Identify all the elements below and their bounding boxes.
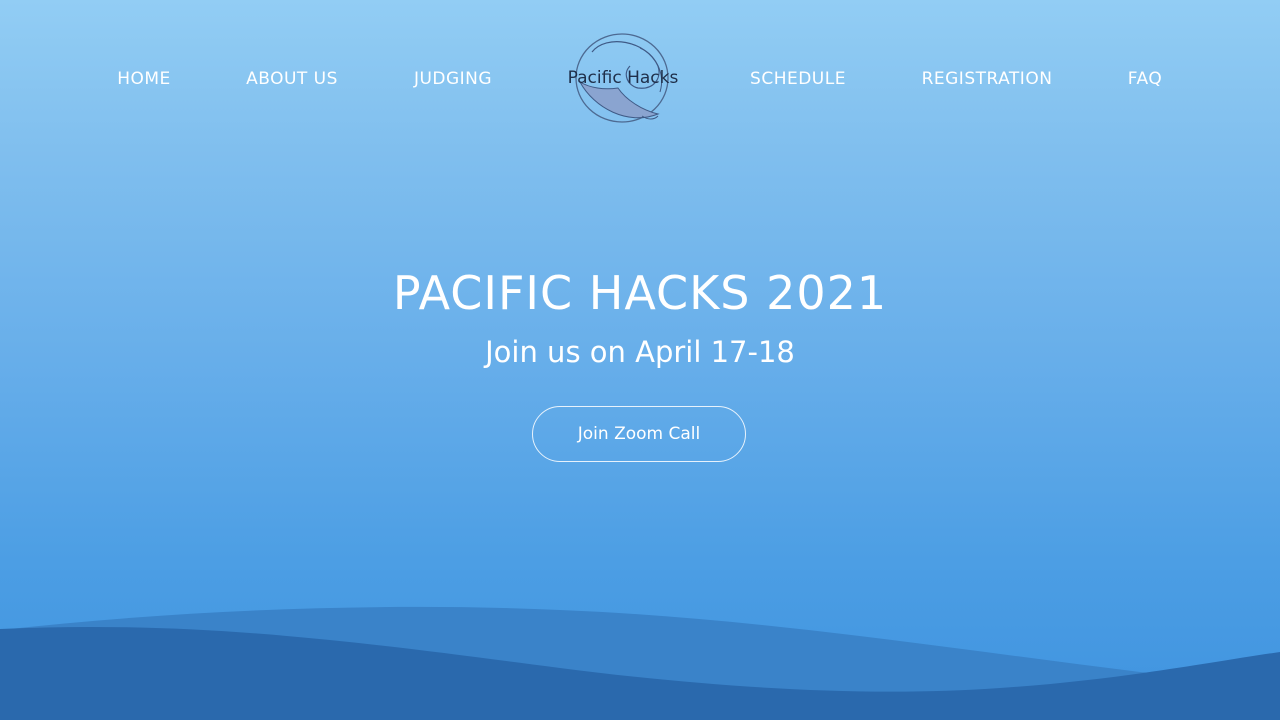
top-navigation: HOME ABOUT US JUDGING Pacific Hacks SCHE… <box>0 0 1280 160</box>
nav-schedule-link[interactable]: SCHEDULE <box>750 68 846 90</box>
nav-registration-link[interactable]: REGISTRATION <box>922 68 1053 90</box>
hero-title: PACIFIC HACKS 2021 <box>392 266 888 320</box>
ocean-waves-decoration <box>0 606 1280 720</box>
nav-faq-link[interactable]: FAQ <box>1128 68 1162 90</box>
nav-judging-link[interactable]: JUDGING <box>414 68 492 90</box>
pacific-hacks-logo[interactable]: Pacific Hacks <box>558 30 688 128</box>
nav-home-link[interactable]: HOME <box>117 68 171 90</box>
nav-about-us-link[interactable]: ABOUT US <box>246 68 338 90</box>
join-zoom-call-button[interactable]: Join Zoom Call <box>532 406 746 462</box>
whale-logo-icon: Pacific Hacks <box>568 33 679 123</box>
hero-subtitle: Join us on April 17-18 <box>485 335 795 369</box>
logo-text: Pacific Hacks <box>568 68 679 88</box>
